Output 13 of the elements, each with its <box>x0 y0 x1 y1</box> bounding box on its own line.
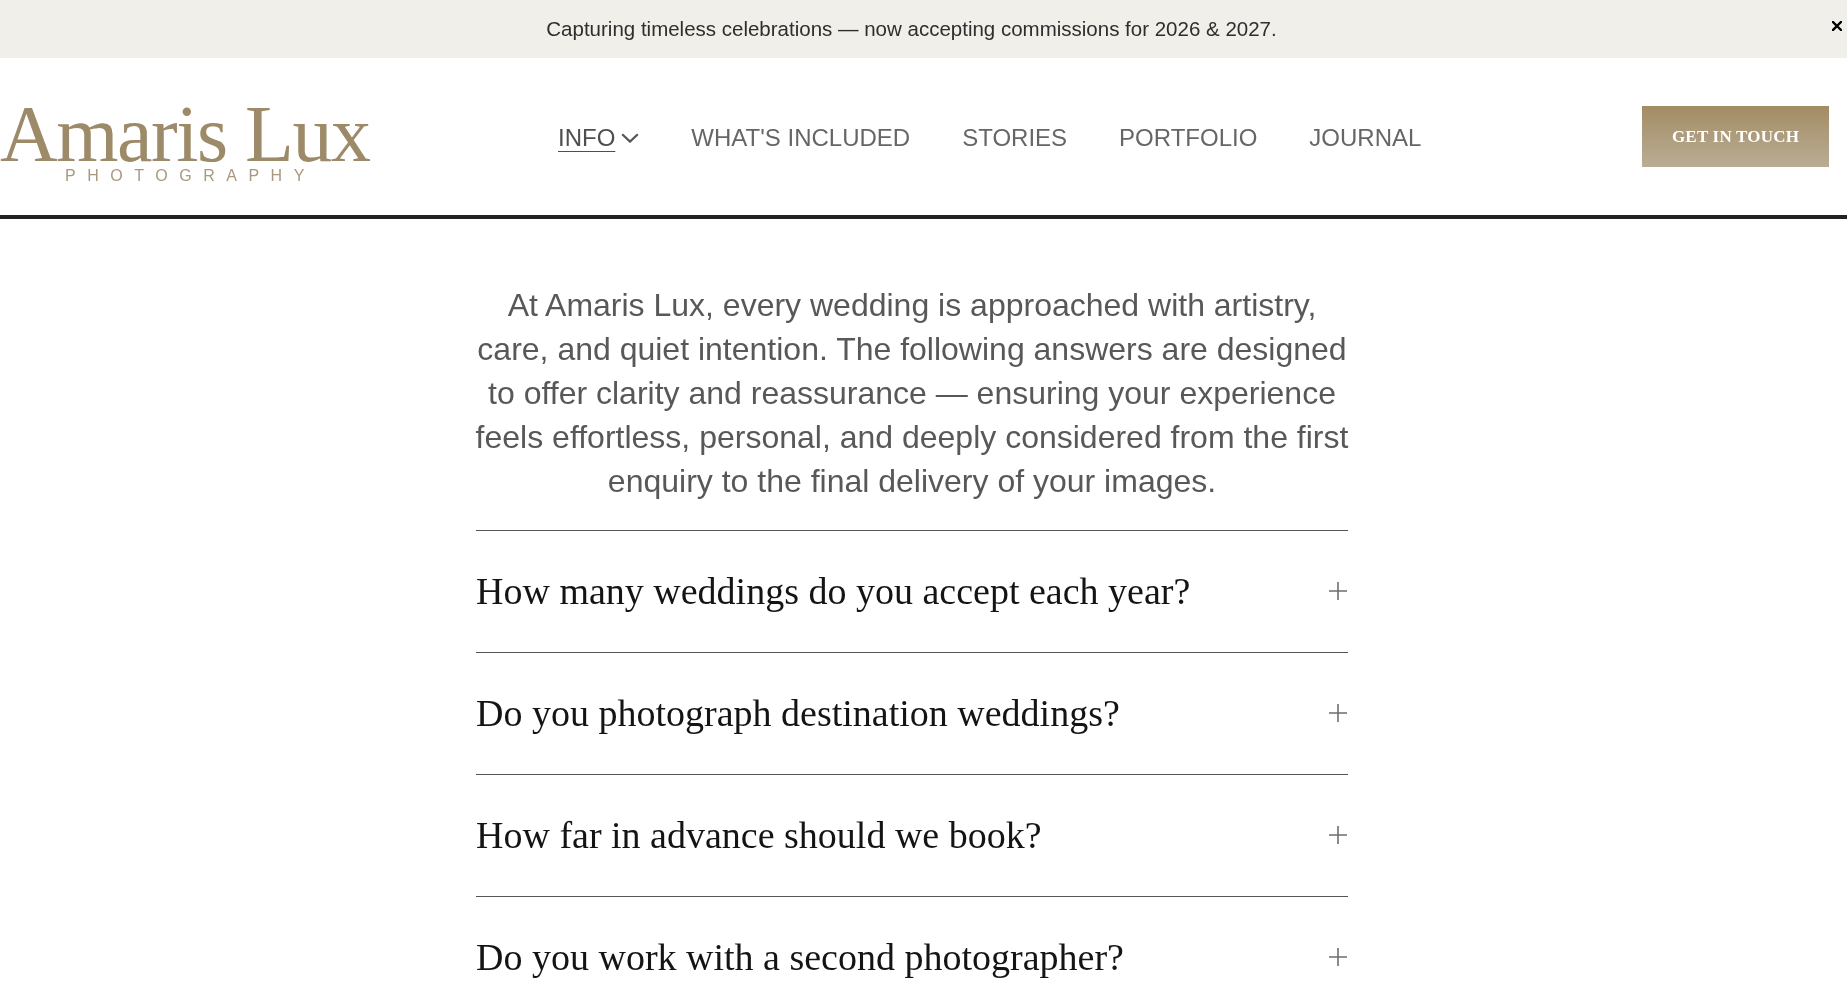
intro-paragraph: At Amaris Lux, every wedding is approached with artistry, care, and quiet intention. The following answers are designed to offer clarity and reassurance — ensuring your experience feels effortless, personal, and deeply considered from the first enquiry to the final delivery of your images. <box>474 286 1350 501</box>
faq-question[interactable]: Do you photograph destination weddings? <box>476 653 1348 774</box>
close-icon <box>1832 21 1842 31</box>
announcement-text: Capturing timeless celebrations — now accepting commissions for 2026 & 2027. <box>546 15 1277 42</box>
nav-link[interactable]: WHAT'S INCLUDED <box>691 125 911 150</box>
close-button[interactable] <box>1830 19 1844 33</box>
faq-question[interactable]: How many weddings do you accept each year? <box>476 531 1348 652</box>
nav-link[interactable]: PORTFOLIO <box>1119 125 1258 150</box>
faq-question[interactable]: How far in advance should we book? <box>476 775 1348 896</box>
nav-link[interactable]: STORIES <box>962 125 1068 150</box>
nav-link[interactable]: JOURNAL <box>1309 125 1422 150</box>
nav-link[interactable]: INFO <box>558 125 640 150</box>
faq-question[interactable]: Do you work with a second photographer? <box>476 897 1348 978</box>
